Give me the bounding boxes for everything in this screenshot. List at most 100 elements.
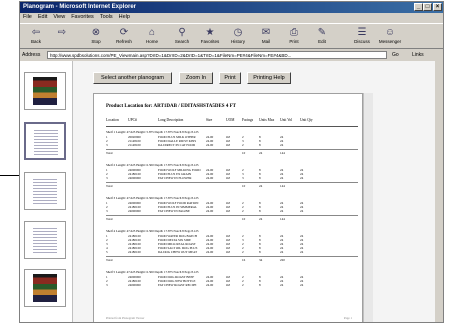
minimize-button[interactable]: _ [414, 3, 423, 11]
table-cell: OZ [226, 283, 231, 287]
table-row: 3 24000000 FAT CHEW IN FLOWER 24.00 OZ 3 8 24 24 [106, 176, 358, 180]
table-cell: 3 [242, 176, 244, 180]
table-cell: 24180100 [128, 250, 141, 254]
toolbar-button-back[interactable]: ⇦ Back [24, 26, 48, 48]
back-arrow-icon: ⇦ [31, 27, 41, 38]
menu-favorites[interactable]: Favorites [68, 13, 97, 22]
report-document: Product Location for: ART1DAB / EDITASHS… [93, 93, 363, 322]
address-label: Address [22, 52, 41, 58]
page-number: Page 1 [343, 316, 352, 320]
total-cell: Total [106, 184, 113, 188]
search-icon: ⚲ [178, 27, 186, 38]
column-header: Unit Vol [280, 118, 293, 122]
table-cell: 24 [300, 283, 304, 287]
menu-tools[interactable]: Tools [97, 13, 116, 22]
toolbar-label: Stop [91, 39, 101, 44]
table-cell: 24000000 [128, 209, 141, 213]
address-input[interactable]: http://www.spdbsolutions.com/PE_Viewmain… [47, 51, 387, 59]
table-cell: 3 [106, 176, 108, 180]
planogram-thumbnail[interactable] [24, 269, 66, 307]
total-cell: 10 [242, 184, 246, 188]
maximize-button[interactable]: □ [423, 3, 432, 11]
page-content: Select another planogram Zoom In Print P… [20, 61, 443, 322]
table-cell: 21148100 [128, 143, 141, 147]
table-cell: OZ [226, 143, 231, 147]
total-row: Total 10 24 144 [106, 215, 358, 221]
edit-icon: ✎ [317, 27, 327, 38]
total-row: Total 10 24 144 [106, 149, 358, 155]
print-button[interactable]: Print [219, 72, 241, 84]
toolbar-button-refresh[interactable]: ⟳ Refresh [112, 26, 136, 48]
browser-window: Planogram - Microsoft Internet Explorer … [19, 1, 444, 323]
menu-file[interactable]: File [20, 13, 35, 22]
table-cell: DA DOG CHEW OUT MEAT [158, 250, 198, 254]
table-row: 3 21148100 DA DIRECT IN CAT FOOD 24.00 OZ 2 8 2… [106, 143, 358, 147]
go-button[interactable]: Go [392, 50, 399, 60]
report-preview [33, 177, 57, 205]
toolbar-label: Favorites [200, 39, 220, 44]
toolbar-button-search[interactable]: ⚲ Search [170, 26, 194, 48]
menu-view[interactable]: View [50, 13, 68, 22]
table-cell: OZ [226, 209, 231, 213]
zoom-in-button[interactable]: Zoom In [179, 72, 213, 84]
report-preview [34, 128, 58, 156]
toolbar-button-print[interactable]: ⎙ Print [282, 26, 306, 48]
column-header: Facings [242, 118, 254, 122]
table-cell: 3 [106, 209, 108, 213]
planogram-thumbnail[interactable] [24, 72, 66, 110]
forward-arrow-icon: ⇨ [57, 27, 67, 38]
toolbar-label: Refresh [116, 39, 132, 44]
total-row: Total 10 24 144 [106, 182, 358, 188]
table-cell: 24.00 [206, 209, 214, 213]
toolbar-button-messenger[interactable]: ☺ Messenger [378, 26, 402, 48]
column-header: UPC# [128, 118, 137, 122]
document-scrollbar[interactable] [363, 93, 373, 322]
thumbnail-frame [20, 61, 73, 322]
table-cell: 24.00 [206, 143, 214, 147]
toolbar-button-stop[interactable]: ⊗ Stop [84, 26, 108, 48]
column-header: Long Description [158, 118, 184, 122]
table-cell: 3 [106, 143, 108, 147]
planogram-thumbnail[interactable] [24, 221, 66, 259]
total-cell: 24 [259, 184, 263, 188]
toolbar-label: Mail [261, 39, 271, 44]
shelf-header: Shelf 1 Length: 47.625 Height: 5.875 Dep… [106, 130, 199, 134]
menu-edit[interactable]: Edit [35, 13, 50, 22]
mail-icon: ✉ [261, 27, 271, 38]
toolbar-button-home[interactable]: ⌂ Home [140, 26, 164, 48]
printing-help-button[interactable]: Printing Help [247, 72, 291, 84]
shelf-header: Shelf 5 Length: 47.625 Height: 6.500 Dep… [106, 270, 199, 274]
table-row: 5 24180100 DA DOG CHEW OUT MEAT 24.00 OZ 2 8 24… [106, 250, 358, 254]
toolbar-button-edit[interactable]: ✎ Edit [310, 26, 334, 48]
links-button[interactable]: Links [412, 50, 424, 60]
frame-edge [435, 61, 443, 322]
toolbar-button-mail[interactable]: ✉ Mail [254, 26, 278, 48]
table-cell: OZ [226, 176, 231, 180]
close-button[interactable]: × [433, 3, 442, 11]
product-image [33, 77, 57, 105]
toolbar-button-favorites[interactable]: ★ Favorites [198, 26, 222, 48]
shelf-header: Shelf 4 Length: 47.625 Height: 6.500 Dep… [106, 229, 199, 233]
total-cell: 24 [259, 217, 263, 221]
planogram-thumbnail[interactable] [24, 172, 66, 210]
total-cell: 10 [242, 151, 246, 155]
total-cell: 144 [280, 184, 285, 188]
table-row: 3 24000000 FAT CHEW ROAST RECIPE 24.00 OZ 2 8 2… [106, 283, 358, 287]
toolbar-button-forward[interactable]: ⇨ [50, 26, 74, 48]
shelf-header: Shelf 2 Length: 47.625 Height: 6.500 Dep… [106, 163, 199, 167]
menu-help[interactable]: Help [116, 13, 133, 22]
table-cell: 24 [300, 209, 304, 213]
toolbar-label: History [230, 39, 245, 44]
table-cell: 24 [280, 209, 284, 213]
select-planogram-button[interactable]: Select another planogram [93, 72, 172, 84]
table-cell: FAT CHEW ROAST RECIPE [158, 283, 197, 287]
toolbar-button-history[interactable]: ◷ History [226, 26, 250, 48]
table-cell: 24.00 [206, 176, 214, 180]
table-row: 3 24000000 FAT CHEW IN PAGINE 24.00 OZ 2 8 24 24 [106, 209, 358, 213]
table-cell: 24 [280, 250, 284, 254]
column-header: UOM [226, 118, 235, 122]
toolbar-label: Back [30, 39, 41, 44]
planogram-thumbnail[interactable] [24, 122, 66, 160]
toolbar-button-discuss[interactable]: ☰ Discuss [350, 26, 374, 48]
table-cell: FAT CHEW IN FLOWER [158, 176, 192, 180]
